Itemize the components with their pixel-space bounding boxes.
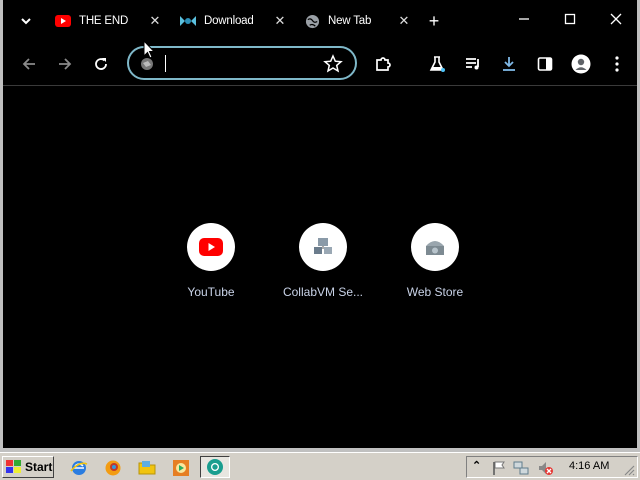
tray-expand-button[interactable]: ⌃: [472, 459, 481, 472]
maximize-icon: [564, 13, 576, 25]
playlist-icon: [466, 58, 479, 70]
tab-download[interactable]: Download ✕: [180, 6, 288, 36]
new-tab-page: YouTube CollabVM Se... Web Store: [3, 87, 637, 448]
avatar-icon: [571, 54, 591, 74]
close-icon: [610, 13, 622, 25]
clock: 4:16 AM: [569, 460, 610, 472]
start-label: Start: [25, 460, 53, 474]
tab-label: THE END \: [79, 15, 131, 27]
window-close-button[interactable]: [604, 8, 628, 32]
flask-icon: [429, 56, 445, 72]
chevron-down-icon: [21, 18, 31, 25]
text-caret: [165, 55, 166, 72]
shortcut-tile: [411, 223, 459, 271]
globe-icon: [304, 13, 320, 29]
more-vert-icon: [615, 56, 619, 72]
forward-arrow-icon: [59, 58, 72, 70]
folder-icon[interactable]: [138, 459, 156, 477]
web-store-icon: [426, 241, 444, 255]
shortcut-tile: [299, 223, 347, 271]
youtube-icon: [199, 238, 223, 256]
forward-button[interactable]: [53, 52, 77, 76]
windows-logo-icon: [6, 460, 21, 473]
media-controls-button[interactable]: [461, 52, 485, 76]
bookmark-star-icon[interactable]: [323, 54, 343, 74]
internet-explorer-icon[interactable]: [70, 459, 88, 477]
media-player-icon[interactable]: [172, 459, 190, 477]
download-icon: [503, 57, 515, 71]
youtube-icon: [55, 13, 71, 29]
tab-label: New Tab: [328, 15, 372, 27]
shortcut-title: Web Store: [406, 285, 464, 299]
menu-button[interactable]: [605, 52, 629, 76]
system-tray: ⌃ 4:16 AM: [466, 456, 638, 478]
tab-label: Download: [204, 15, 254, 27]
puzzle-icon: [376, 57, 391, 71]
tab-new-tab[interactable]: New Tab ✕: [304, 6, 412, 36]
network-icon[interactable]: [513, 460, 529, 476]
close-icon[interactable]: ✕: [272, 13, 288, 29]
maximize-button[interactable]: [558, 8, 582, 32]
minimize-button[interactable]: [512, 8, 536, 32]
shortcut-tile: [187, 223, 235, 271]
shortcut-title: CollabVM Se...: [282, 285, 364, 299]
tab-strip: THE END \ ✕ Download ✕ New Tab ✕ +: [3, 0, 637, 42]
downloads-button[interactable]: [497, 52, 521, 76]
labs-button[interactable]: [425, 52, 449, 76]
mouse-pointer-icon: [143, 40, 155, 59]
reload-icon: [95, 58, 107, 70]
address-input[interactable]: [163, 54, 313, 72]
browser-window: THE END \ ✕ Download ✕ New Tab ✕ + YouTu…: [0, 0, 640, 452]
side-panel-icon: [537, 57, 553, 71]
reload-button[interactable]: [89, 52, 113, 76]
shortcut-collabvm[interactable]: CollabVM Se...: [273, 223, 373, 299]
back-button[interactable]: [17, 52, 41, 76]
taskbar: Start ⌃ 4:16 AM: [0, 452, 640, 480]
extensions-button[interactable]: [371, 52, 395, 76]
close-icon[interactable]: ✕: [147, 13, 163, 29]
shortcut-title: YouTube: [187, 285, 235, 299]
address-bar[interactable]: [127, 46, 357, 80]
chrome-icon: [207, 459, 223, 475]
side-panel-button[interactable]: [533, 52, 557, 76]
volume-muted-icon[interactable]: [537, 460, 553, 476]
flag-icon[interactable]: [491, 460, 507, 476]
resize-grip-icon: [624, 465, 635, 476]
collabvm-icon: [180, 13, 196, 29]
minimize-icon: [519, 18, 529, 20]
back-arrow-icon: [22, 58, 35, 70]
collabvm-icon: [314, 238, 332, 254]
new-tab-button[interactable]: +: [424, 11, 444, 31]
shortcut-youtube[interactable]: YouTube: [161, 223, 261, 299]
toolbar: [3, 42, 637, 86]
firefox-icon[interactable]: [104, 459, 122, 477]
close-icon[interactable]: ✕: [396, 13, 412, 29]
start-button[interactable]: Start: [2, 456, 54, 478]
taskbar-chrome-button[interactable]: [200, 456, 230, 478]
tab-youtube[interactable]: THE END \ ✕: [55, 6, 163, 36]
shortcut-web-store[interactable]: Web Store: [385, 223, 485, 299]
tab-search-button[interactable]: [15, 10, 37, 32]
profile-button[interactable]: [569, 52, 593, 76]
